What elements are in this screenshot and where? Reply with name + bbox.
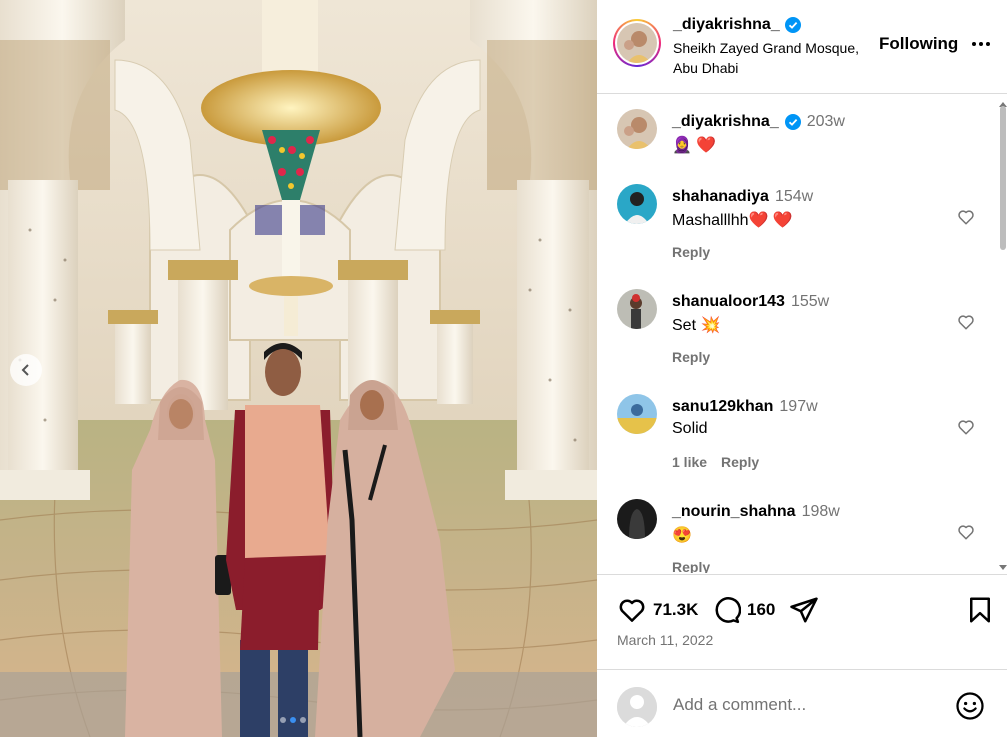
comment-username[interactable]: _diyakrishna_ [672, 113, 779, 131]
default-avatar-icon [617, 687, 657, 727]
avatar[interactable] [617, 394, 657, 434]
post-panel: _diyakrishna_ Sheikh Zayed Grand Mosque,… [597, 0, 1007, 737]
chevron-left-icon [21, 364, 29, 376]
comments-count[interactable]: 160 [747, 600, 775, 620]
add-comment-bar [597, 671, 1007, 737]
avatar[interactable] [617, 109, 657, 149]
comment-text: 😍 [672, 527, 692, 544]
share-button[interactable] [789, 595, 819, 625]
carousel-dot [300, 717, 306, 723]
avatar-image [617, 289, 657, 329]
comment-text: Set 💥 [672, 317, 721, 334]
mosque-photo [0, 0, 597, 737]
author-avatar[interactable] [613, 19, 661, 67]
avatar[interactable] [617, 184, 657, 224]
comments-scrollbar[interactable] [999, 102, 1007, 570]
comment-time[interactable]: 203w [807, 113, 845, 131]
like-heart-icon[interactable] [957, 313, 975, 331]
comment-username[interactable]: _nourin_shahna [672, 503, 796, 521]
more-options-icon[interactable] [969, 32, 993, 56]
comment-username[interactable]: shahanadiya [672, 188, 769, 206]
reply-button[interactable]: Reply [672, 559, 710, 573]
like-heart-icon[interactable] [957, 418, 975, 436]
save-button[interactable] [965, 595, 995, 625]
author-username-text[interactable]: _diyakrishna_ [673, 16, 780, 34]
post-photo[interactable] [0, 0, 597, 737]
avatar-image [617, 394, 657, 434]
comment-button[interactable]: 160 [711, 595, 775, 625]
verified-badge-icon [784, 114, 801, 130]
following-button[interactable]: Following [879, 34, 958, 54]
post-header: _diyakrishna_ Sheikh Zayed Grand Mosque,… [597, 0, 1007, 94]
carousel-dot-active [290, 717, 296, 723]
reply-button[interactable]: Reply [672, 244, 710, 260]
like-heart-icon[interactable] [957, 523, 975, 541]
scrollbar-thumb[interactable] [1000, 106, 1006, 250]
comments-list[interactable]: _diyakrishna_ 203w 🧕 ❤️ shahanadiya 154w… [597, 95, 1007, 573]
comment-time[interactable]: 197w [779, 398, 817, 416]
bookmark-icon [970, 597, 990, 623]
comment-text: Solid [672, 420, 708, 437]
scroll-down-arrow-icon[interactable] [999, 565, 1007, 570]
current-user-avatar [617, 687, 657, 727]
like-heart-icon[interactable] [957, 208, 975, 226]
comment-time[interactable]: 154w [775, 188, 813, 206]
comment-time[interactable]: 198w [802, 503, 840, 521]
reply-button[interactable]: Reply [721, 454, 759, 470]
carousel-indicator [280, 717, 306, 723]
paper-plane-icon [790, 597, 818, 623]
comment-text: 🧕 ❤️ [672, 137, 717, 154]
post-location[interactable]: Sheikh Zayed Grand Mosque, Abu Dhabi [673, 38, 873, 78]
comment-time[interactable]: 155w [791, 293, 829, 311]
comment-text: Mashalllhh❤️ ❤️ [672, 212, 793, 229]
post-actions: 71.3K 160 March 11, 2022 [597, 574, 1007, 670]
comment-username[interactable]: sanu129khan [672, 398, 773, 416]
avatar-image [617, 23, 657, 63]
avatar-image [617, 499, 657, 539]
heart-icon [619, 599, 645, 622]
comment-bubble-icon [715, 597, 741, 624]
avatar-image [617, 184, 657, 224]
avatar[interactable] [617, 499, 657, 539]
avatar-image [617, 109, 657, 149]
add-comment-input[interactable] [673, 695, 943, 715]
comment-likes-count[interactable]: 1 like [672, 454, 707, 470]
author-username[interactable]: _diyakrishna_ [673, 16, 801, 34]
likes-count[interactable]: 71.3K [653, 600, 698, 620]
reply-button[interactable]: Reply [672, 349, 710, 365]
verified-badge-icon [784, 17, 801, 33]
emoji-icon[interactable] [955, 691, 985, 721]
carousel-dot [280, 717, 286, 723]
avatar[interactable] [617, 289, 657, 329]
post-date[interactable]: March 11, 2022 [617, 632, 713, 648]
like-button[interactable]: 71.3K [617, 595, 698, 625]
comment-username[interactable]: shanualoor143 [672, 293, 785, 311]
carousel-prev-button[interactable] [10, 354, 42, 386]
